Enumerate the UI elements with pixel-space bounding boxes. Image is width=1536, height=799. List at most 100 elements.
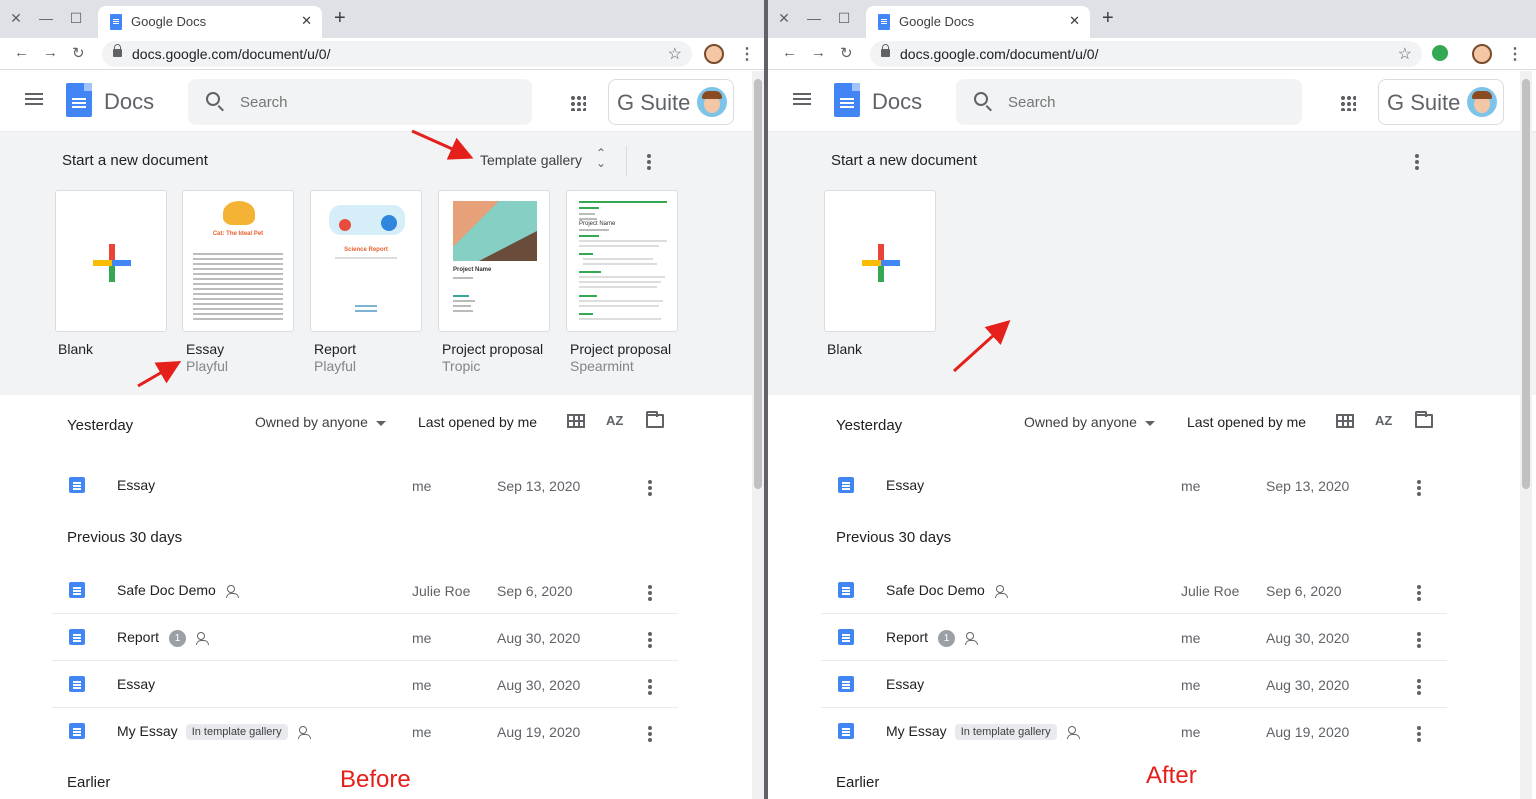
sort-last-opened[interactable]: Last opened by me: [1187, 414, 1306, 430]
new-tab-icon[interactable]: +: [334, 8, 346, 28]
template-proposal-spearmint-card[interactable]: Project Name: [566, 190, 678, 332]
browser-tab[interactable]: Google Docs ✕: [98, 6, 322, 38]
tab-close-icon[interactable]: ✕: [301, 13, 312, 29]
file-owner: Julie Roe: [1181, 583, 1240, 599]
sort-last-opened[interactable]: Last opened by me: [418, 414, 537, 430]
bookmark-star-icon[interactable]: ☆: [1398, 44, 1412, 64]
template-gallery-button[interactable]: Template gallery: [480, 152, 582, 168]
after-pane: ✕ — ☐ Google Docs ✕ + ← → ↻ docs.google.…: [768, 0, 1536, 799]
file-date: Sep 6, 2020: [1266, 583, 1342, 599]
template-more-icon[interactable]: [647, 154, 651, 158]
extension-icon[interactable]: [1432, 45, 1448, 61]
file-date: Sep 6, 2020: [497, 583, 573, 599]
file-more-icon[interactable]: [648, 679, 652, 683]
folder-picker-icon[interactable]: [646, 411, 664, 428]
search-input[interactable]: [240, 92, 490, 112]
file-more-icon[interactable]: [648, 480, 652, 484]
list-item[interactable]: Essay me Aug 30, 2020: [821, 662, 1447, 708]
tab-close-icon[interactable]: ✕: [1069, 13, 1080, 29]
list-item[interactable]: My Essay In template gallery me Aug 19, 2…: [821, 709, 1447, 755]
scrollbar[interactable]: [752, 71, 764, 799]
new-tab-icon[interactable]: +: [1102, 8, 1114, 28]
back-icon[interactable]: ←: [14, 44, 29, 61]
minimize-icon[interactable]: —: [805, 9, 823, 27]
owned-by-dropdown[interactable]: Owned by anyone: [1024, 414, 1155, 430]
reload-icon[interactable]: ↻: [72, 44, 85, 62]
omnibox[interactable]: docs.google.com/document/u/0/ ☆: [870, 41, 1422, 67]
scrollbar-thumb[interactable]: [1522, 79, 1530, 489]
url-text: docs.google.com/document/u/0/: [132, 46, 331, 62]
main-menu-icon[interactable]: [25, 93, 43, 95]
doc-file-icon: [69, 723, 85, 739]
grid-view-icon[interactable]: [1336, 414, 1354, 428]
search-input[interactable]: [1008, 92, 1258, 112]
folder-picker-icon[interactable]: [1415, 411, 1433, 428]
account-avatar[interactable]: [1467, 87, 1497, 117]
bookmark-star-icon[interactable]: ☆: [668, 44, 682, 64]
list-item[interactable]: Safe Doc Demo Julie Roe Sep 6, 2020: [52, 568, 678, 614]
template-essay-card[interactable]: Cat: The Ideal Pet: [182, 190, 294, 332]
unfold-icon[interactable]: ⌃ ⌄: [596, 147, 606, 169]
file-name: Report: [886, 629, 929, 645]
list-item[interactable]: Essay me Sep 13, 2020: [821, 463, 1447, 509]
maximize-icon[interactable]: ☐: [67, 9, 85, 27]
list-item[interactable]: My Essay In template gallery me Aug 19, 2…: [52, 709, 678, 755]
template-blank-card[interactable]: [55, 190, 167, 332]
browser-tabbar: ✕ — ☐ Google Docs ✕ +: [768, 0, 1536, 38]
spearmint-illustration: Project Name: [579, 201, 667, 320]
template-blank-card[interactable]: [824, 190, 936, 332]
file-more-icon[interactable]: [648, 632, 652, 636]
template-more-icon[interactable]: [1415, 154, 1419, 158]
forward-icon[interactable]: →: [43, 44, 58, 61]
profile-avatar[interactable]: [704, 44, 724, 64]
template-proposal-tropic-card[interactable]: Project Name: [438, 190, 550, 332]
docs-logo-icon[interactable]: [66, 83, 92, 117]
file-more-icon[interactable]: [1417, 585, 1421, 589]
grid-view-icon[interactable]: [567, 414, 585, 428]
list-item[interactable]: Safe Doc Demo Julie Roe Sep 6, 2020: [821, 568, 1447, 614]
profile-avatar[interactable]: [1472, 44, 1492, 64]
divider: [626, 146, 627, 176]
template-name: Essay: [186, 341, 225, 357]
file-more-icon[interactable]: [1417, 679, 1421, 683]
maximize-icon[interactable]: ☐: [835, 9, 853, 27]
docs-logo-icon[interactable]: [834, 83, 860, 117]
template-report-card[interactable]: Science Report: [310, 190, 422, 332]
apps-grid-icon[interactable]: [1340, 95, 1356, 111]
close-window-icon[interactable]: ✕: [7, 9, 25, 27]
gsuite-account[interactable]: G Suite: [608, 79, 734, 125]
main-menu-icon[interactable]: [793, 93, 811, 95]
scrollbar[interactable]: [1520, 71, 1532, 799]
account-avatar[interactable]: [697, 87, 727, 117]
forward-icon[interactable]: →: [811, 44, 826, 61]
apps-grid-icon[interactable]: [570, 95, 586, 111]
file-more-icon[interactable]: [1417, 480, 1421, 484]
file-more-icon[interactable]: [1417, 632, 1421, 636]
section-earlier: Earlier: [67, 774, 111, 791]
reload-icon[interactable]: ↻: [840, 44, 853, 62]
search-box[interactable]: [956, 79, 1302, 125]
sort-az-icon[interactable]: AZ: [606, 413, 623, 428]
back-icon[interactable]: ←: [782, 44, 797, 61]
browser-menu-icon[interactable]: ⋮: [739, 44, 755, 64]
file-more-icon[interactable]: [648, 585, 652, 589]
list-item[interactable]: Report 1 me Aug 30, 2020: [821, 615, 1447, 661]
file-more-icon[interactable]: [1417, 726, 1421, 730]
file-name: My Essay: [117, 723, 178, 739]
omnibox[interactable]: docs.google.com/document/u/0/ ☆: [102, 41, 692, 67]
close-window-icon[interactable]: ✕: [775, 9, 793, 27]
template-name: Blank: [827, 341, 863, 357]
list-item[interactable]: Essay me Sep 13, 2020: [52, 463, 678, 509]
search-box[interactable]: [188, 79, 532, 125]
minimize-icon[interactable]: —: [37, 9, 55, 27]
owned-by-dropdown[interactable]: Owned by anyone: [255, 414, 386, 430]
browser-tab[interactable]: Google Docs ✕: [866, 6, 1090, 38]
list-item[interactable]: Report 1 me Aug 30, 2020: [52, 615, 678, 661]
sort-az-icon[interactable]: AZ: [1375, 413, 1392, 428]
gsuite-account[interactable]: G Suite: [1378, 79, 1504, 125]
list-item[interactable]: Essay me Aug 30, 2020: [52, 662, 678, 708]
address-bar: ← → ↻ docs.google.com/document/u/0/ ☆ ⋮: [768, 38, 1536, 70]
scrollbar-thumb[interactable]: [754, 79, 762, 489]
file-more-icon[interactable]: [648, 726, 652, 730]
browser-menu-icon[interactable]: ⋮: [1507, 44, 1523, 64]
